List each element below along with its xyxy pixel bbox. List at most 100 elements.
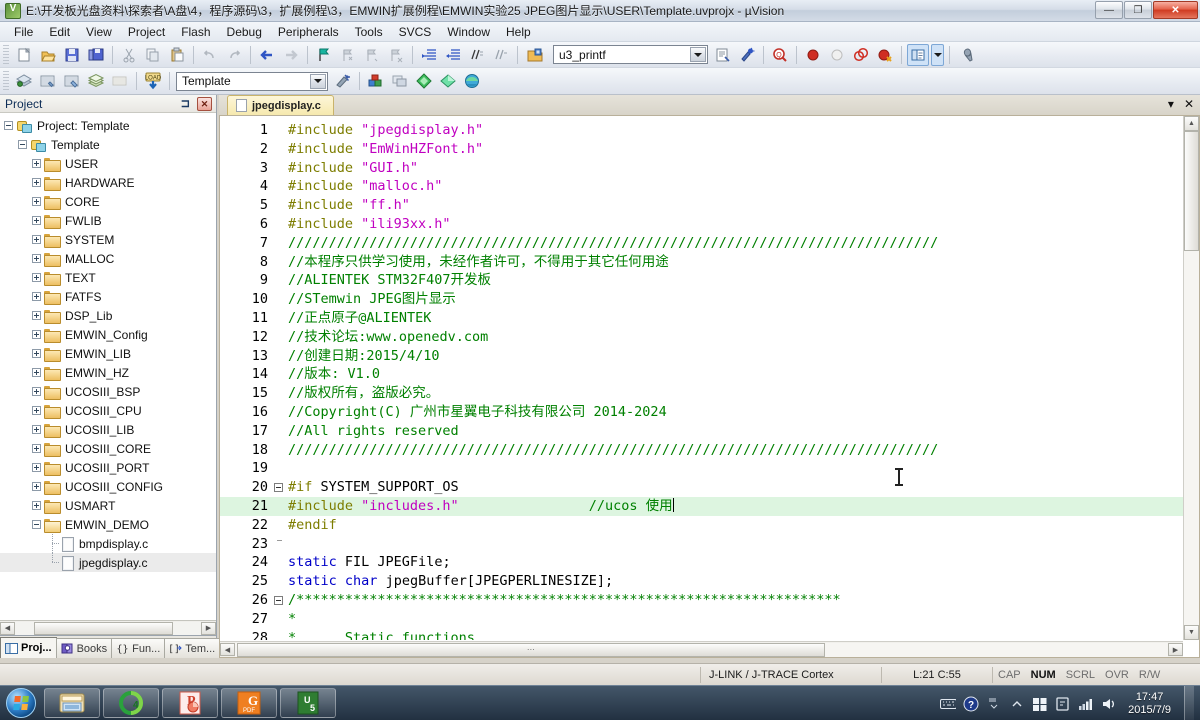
tree-item[interactable]: HARDWARE (0, 173, 216, 192)
scroll-down-button[interactable]: ▼ (1184, 625, 1199, 640)
vscroll-thumb[interactable] (1184, 131, 1199, 251)
start-button[interactable] (2, 687, 40, 719)
expand-tray-icon[interactable] (1009, 696, 1025, 712)
tree-item[interactable]: EMWIN_DEMO (0, 515, 216, 534)
expand-icon[interactable] (32, 311, 41, 320)
code-line[interactable]: 1 #include "jpegdisplay.h" (220, 121, 1183, 140)
toolbar-grip[interactable] (3, 44, 9, 65)
tree-item[interactable]: UCOSIII_LIB (0, 420, 216, 439)
code-line[interactable]: 7 ///////////////////////////////////////… (220, 234, 1183, 253)
scroll-up-button[interactable]: ▲ (1184, 116, 1199, 131)
menu-file[interactable]: File (6, 23, 41, 41)
taskbar-keil-uvision[interactable]: U 5 (280, 688, 336, 718)
new-file-icon[interactable] (13, 44, 35, 66)
code-line[interactable]: 13 //创建日期:2015/4/10 (220, 347, 1183, 366)
menu-edit[interactable]: Edit (41, 23, 78, 41)
auto-hide-pin-icon[interactable]: ⊐ (181, 97, 190, 110)
menu-peripherals[interactable]: Peripherals (270, 23, 347, 41)
editor-tab-jpegdisplay[interactable]: jpegdisplay.c (227, 95, 334, 115)
code-line[interactable]: 21 #include "includes.h" //ucos 使用 (220, 496, 1183, 516)
windows-store-icon[interactable] (1032, 696, 1048, 712)
taskbar-360-browser[interactable]: 4 (103, 688, 159, 718)
tree-item[interactable]: DSP_Lib (0, 306, 216, 325)
code-scroll-left-button[interactable]: ◀ (220, 643, 235, 656)
undo-icon[interactable] (199, 44, 221, 66)
menu-debug[interactable]: Debug (219, 23, 270, 41)
code-line[interactable]: 28 * Static functions (220, 629, 1183, 640)
code-line[interactable]: 22 #endif (220, 516, 1183, 535)
manage-components-icon[interactable] (365, 70, 387, 92)
expand-icon[interactable] (32, 292, 41, 301)
code-editor[interactable]: 1 #include "jpegdisplay.h" 2 #include "EmWi… (219, 116, 1200, 658)
bookmark-clear-icon[interactable] (385, 44, 407, 66)
tree-item[interactable]: USER (0, 154, 216, 173)
maximize-button[interactable]: ❐ (1124, 1, 1152, 19)
menu-window[interactable]: Window (439, 23, 498, 41)
copy-icon[interactable] (142, 44, 164, 66)
code-line[interactable]: 8 //本程序只供学习使用，未经作者许可，不得用于其它任何用途 (220, 253, 1183, 272)
menu-svcs[interactable]: SVCS (391, 23, 440, 41)
target-select-dropdown-icon[interactable] (310, 73, 326, 89)
breakpoint-disable-icon[interactable] (826, 44, 848, 66)
network-icon[interactable] (1078, 696, 1094, 712)
project-panel-close-icon[interactable]: ✕ (197, 97, 212, 111)
scroll-left-button[interactable]: ◀ (0, 621, 15, 635)
save-icon[interactable] (61, 44, 83, 66)
target-options-icon[interactable] (332, 70, 354, 92)
tree-item[interactable]: EMWIN_Config (0, 325, 216, 344)
hscroll-track[interactable] (15, 621, 201, 635)
translate-file-icon[interactable] (13, 70, 35, 92)
volume-icon[interactable] (1101, 696, 1117, 712)
code-line[interactable]: 9 //ALIENTEK STM32F407开发板 (220, 271, 1183, 290)
project-window-dropdown-icon[interactable] (931, 43, 944, 66)
code-hscroll-thumb[interactable]: ⋯ (237, 642, 825, 657)
expand-icon[interactable] (32, 387, 41, 396)
expand-icon[interactable] (32, 349, 41, 358)
code-line[interactable]: 15 //版权所有，盗版必究。 (220, 384, 1183, 403)
tree-item[interactable]: UCOSIII_CORE (0, 439, 216, 458)
expand-icon[interactable] (32, 482, 41, 491)
taskbar-file-explorer[interactable] (44, 688, 100, 718)
close-button[interactable]: ✕ (1153, 1, 1198, 19)
multi-project-icon[interactable] (389, 70, 411, 92)
menu-tools[interactable]: Tools (347, 23, 391, 41)
collapse-icon[interactable] (4, 121, 13, 130)
tab-books[interactable]: Books (55, 638, 113, 658)
build-toolbar-grip[interactable] (3, 71, 9, 91)
target-select-combo[interactable]: Template (176, 71, 328, 91)
expand-icon[interactable] (32, 368, 41, 377)
breakpoint-icon[interactable] (802, 44, 824, 66)
debug-session-icon[interactable] (524, 44, 546, 66)
function-search-dropdown-icon[interactable] (690, 47, 706, 62)
expand-icon[interactable] (32, 216, 41, 225)
code-line[interactable]: 11 //正点原子@ALIENTEK (220, 309, 1183, 328)
tree-item[interactable]: TEXT (0, 268, 216, 287)
menu-project[interactable]: Project (120, 23, 173, 41)
bookmark-prev-icon[interactable] (337, 44, 359, 66)
code-line[interactable]: 23 (220, 535, 1183, 554)
uncomment-icon[interactable] (490, 44, 512, 66)
code-line[interactable]: 5 #include "ff.h" (220, 196, 1183, 215)
expand-icon[interactable] (32, 178, 41, 187)
menu-help[interactable]: Help (498, 23, 539, 41)
expand-icon[interactable] (32, 254, 41, 263)
tab-templates[interactable]: [] Tem... (164, 638, 221, 658)
collapse-icon[interactable] (32, 520, 41, 529)
svcs-icon[interactable] (461, 70, 483, 92)
project-window-icon[interactable] (907, 43, 929, 66)
tree-item[interactable]: SYSTEM (0, 230, 216, 249)
code-line[interactable]: 17 //All rights reserved (220, 422, 1183, 441)
code-scroll-right-button[interactable]: ▶ (1168, 643, 1183, 656)
redo-icon[interactable] (223, 44, 245, 66)
tree-item[interactable]: UCOSIII_PORT (0, 458, 216, 477)
code-line[interactable]: 2 #include "EmWinHZFont.h" (220, 140, 1183, 159)
function-search-combo[interactable]: u3_printf (553, 45, 708, 64)
expand-icon[interactable] (32, 235, 41, 244)
find-in-files-icon[interactable]: Q (769, 44, 791, 66)
tree-item[interactable]: USMART (0, 496, 216, 515)
pack-installer-icon[interactable] (413, 70, 435, 92)
tree-item[interactable]: UCOSIII_CONFIG (0, 477, 216, 496)
fold-marker[interactable] (272, 595, 284, 605)
customize-tools-icon[interactable] (955, 44, 977, 66)
bookmark-next-icon[interactable] (361, 44, 383, 66)
